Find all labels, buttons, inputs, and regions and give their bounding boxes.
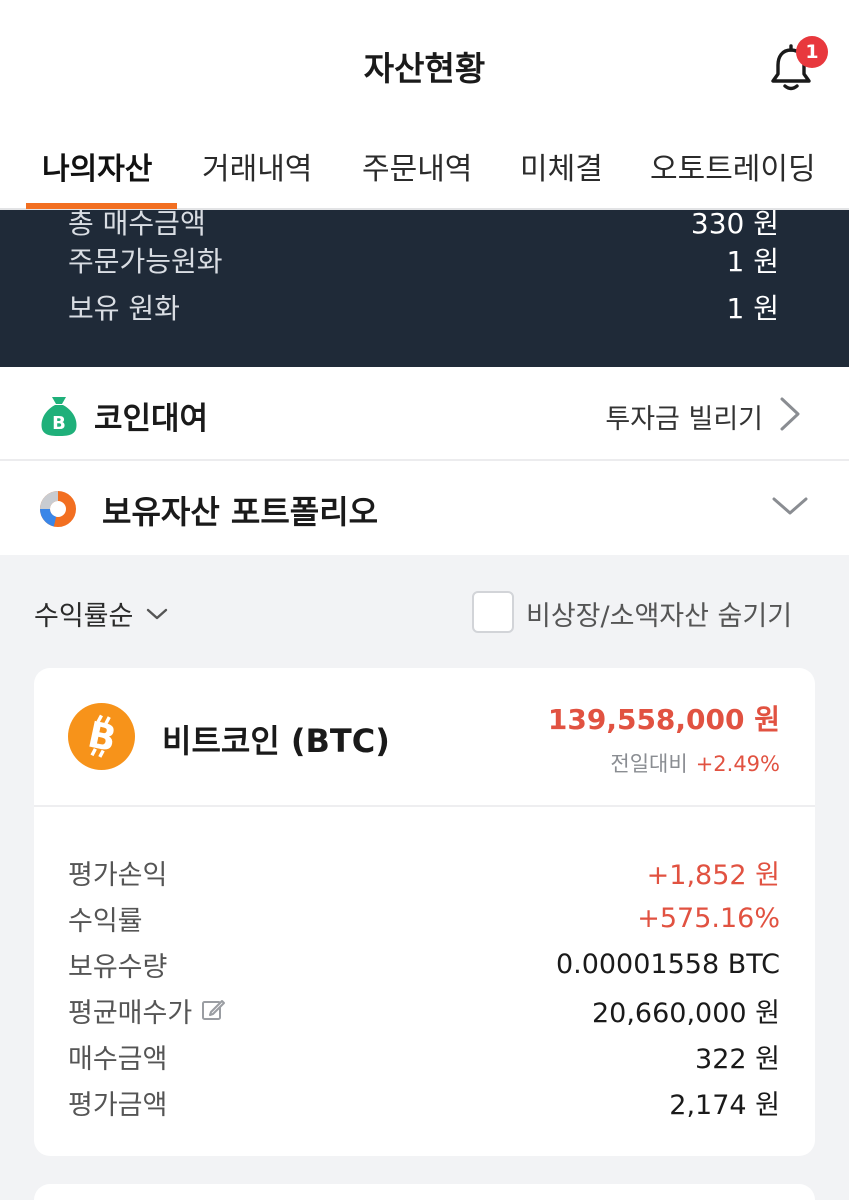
portfolio-row[interactable]: 보유자산 포트폴리오 [0, 461, 849, 555]
detail-value: 20,660,000 원 [591, 997, 780, 1029]
detail-row: 수익률 +575.16% [68, 897, 780, 939]
summary-value: 1 원 [726, 292, 779, 325]
tab-bar: 나의자산 거래내역 주문내역 미체결 오토트레이딩 [0, 130, 849, 210]
summary-row: 주문가능원화 1 원 [68, 240, 779, 280]
daily-change-percent: +2.49% [695, 752, 780, 776]
detail-row: 평가손익 +1,852 원 [68, 851, 780, 893]
donut-chart-icon [40, 491, 76, 527]
asset-card-header: B 비트코인 (BTC) 139,558,000 원 전일대비 +2.49% [34, 668, 815, 807]
detail-label-wrap: 평균매수가 [68, 991, 226, 1030]
tab-auto-trading[interactable]: 오토트레이딩 [650, 144, 816, 188]
summary-value: 330 원 [690, 210, 779, 240]
chevron-right-icon [780, 397, 800, 431]
notification-badge: 1 [796, 36, 828, 68]
next-asset-card[interactable] [34, 1184, 815, 1200]
summary-row: 보유 원화 1 원 [68, 287, 779, 327]
coin-loan-row[interactable]: B 코인대여 투자금 빌리기 [0, 367, 849, 461]
summary-value: 1 원 [726, 245, 779, 278]
detail-row: 매수금액 322 원 [68, 1035, 780, 1077]
chevron-down-icon [147, 608, 168, 619]
chevron-down-icon[interactable] [770, 491, 810, 521]
borrow-link[interactable]: 투자금 빌리기 [605, 397, 763, 436]
tab-orders[interactable]: 주문내역 [362, 144, 472, 188]
summary-row: 총 매수금액 330 원 [68, 210, 779, 242]
detail-label: 평가손익 [68, 859, 168, 891]
daily-change-label: 전일대비 [610, 752, 688, 776]
page-title: 자산현황 [363, 49, 486, 88]
detail-row: 평균매수가 20,660,000 원 [68, 989, 780, 1031]
detail-value: 2,174 원 [669, 1089, 780, 1121]
svg-text:B: B [52, 413, 66, 434]
detail-row: 보유수량 0.00001558 BTC [68, 943, 780, 985]
tab-transactions[interactable]: 거래내역 [202, 144, 312, 188]
bitcoin-icon: B [68, 703, 135, 770]
tab-my-assets[interactable]: 나의자산 [42, 144, 152, 188]
hide-small-assets-label[interactable]: 비상장/소액자산 숨기기 [526, 594, 792, 633]
summary-label: 총 매수금액 [68, 210, 206, 240]
detail-value: +1,852 원 [646, 859, 780, 891]
detail-value: 0.00001558 BTC [555, 948, 780, 980]
sort-dropdown[interactable]: 수익률순 [34, 594, 169, 633]
sort-label: 수익률순 [34, 601, 134, 632]
tab-unfilled[interactable]: 미체결 [520, 144, 603, 188]
loan-title: 코인대여 [94, 401, 209, 437]
portfolio-title: 보유자산 포트폴리오 [102, 493, 379, 531]
money-bag-icon: B [41, 397, 77, 436]
detail-value: +575.16% [637, 902, 780, 934]
detail-label: 평균매수가 [68, 997, 193, 1029]
summary-label: 주문가능원화 [68, 245, 223, 278]
active-tab-indicator [26, 203, 177, 209]
hide-small-assets-checkbox[interactable] [472, 591, 514, 633]
asset-summary-panel: 총 매수금액 330 원 주문가능원화 1 원 보유 원화 1 원 [0, 210, 849, 367]
edit-icon[interactable] [200, 997, 226, 1023]
detail-label: 매수금액 [68, 1043, 168, 1075]
daily-change: 전일대비 +2.49% [610, 748, 780, 778]
asset-card[interactable]: B 비트코인 (BTC) 139,558,000 원 전일대비 +2.49% 평가… [34, 668, 815, 1156]
detail-label: 평가금액 [68, 1089, 168, 1121]
detail-value: 322 원 [695, 1043, 780, 1075]
detail-label: 보유수량 [68, 951, 168, 983]
summary-label: 보유 원화 [68, 292, 180, 325]
detail-label: 수익률 [68, 905, 143, 937]
detail-row: 평가금액 2,174 원 [68, 1081, 780, 1123]
coin-name: 비트코인 (BTC) [162, 722, 390, 760]
app-header: 자산현황 1 [0, 0, 849, 130]
coin-price: 139,558,000 원 [547, 703, 780, 736]
